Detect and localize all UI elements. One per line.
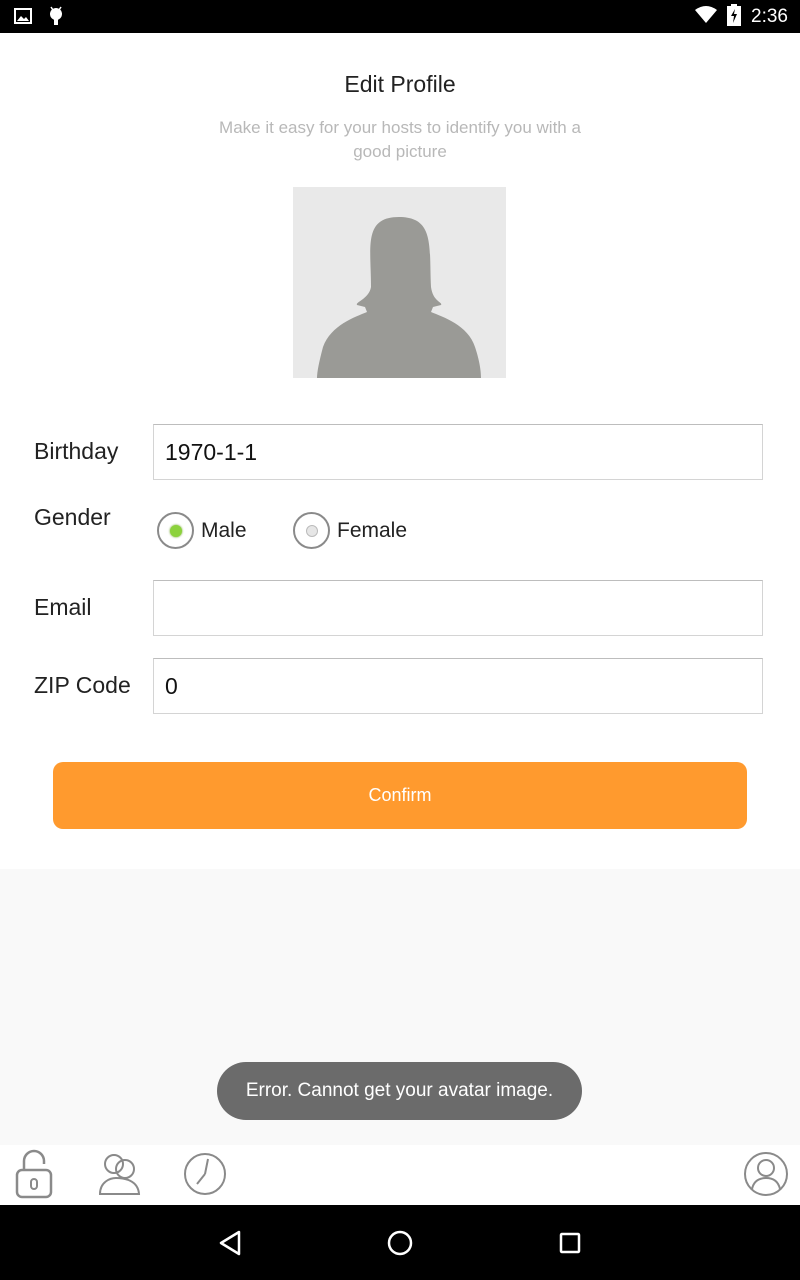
- gender-radio-male[interactable]: Male: [157, 512, 247, 549]
- gender-radio-female[interactable]: Female: [293, 512, 407, 549]
- recents-icon: [559, 1232, 581, 1254]
- recents-button[interactable]: [550, 1223, 590, 1263]
- email-input[interactable]: [153, 580, 763, 636]
- radio-circle-female[interactable]: [293, 512, 330, 549]
- home-button[interactable]: [380, 1223, 420, 1263]
- profile-icon: [744, 1152, 788, 1196]
- home-icon: [387, 1230, 413, 1256]
- birthday-input[interactable]: 1970-1-1: [153, 424, 763, 480]
- error-toast: Error. Cannot get your avatar image.: [217, 1062, 582, 1120]
- edit-profile-page: Edit Profile Make it easy for your hosts…: [0, 33, 800, 869]
- radio-dot-unselected: [306, 525, 318, 537]
- female-silhouette-avatar-icon: [317, 217, 481, 378]
- tab-profile[interactable]: [742, 1147, 790, 1201]
- tab-history[interactable]: [181, 1147, 229, 1201]
- back-button[interactable]: [210, 1223, 250, 1263]
- android-icon: [48, 6, 64, 30]
- gender-male-label: Male: [201, 518, 247, 542]
- system-nav-bar: [0, 1205, 800, 1280]
- tab-lock[interactable]: [10, 1147, 58, 1201]
- page-title: Edit Profile: [344, 71, 456, 97]
- radio-dot-selected: [170, 525, 182, 537]
- birthday-label: Birthday: [34, 438, 119, 464]
- wifi-icon: [695, 6, 718, 28]
- gender-female-label: Female: [337, 518, 408, 542]
- clock-icon: [184, 1153, 226, 1195]
- confirm-button[interactable]: Confirm: [53, 762, 747, 829]
- image-icon: [14, 8, 32, 28]
- gender-label: Gender: [34, 504, 111, 530]
- radio-circle-male[interactable]: [157, 512, 194, 549]
- battery-charging-icon: [727, 4, 742, 30]
- back-icon: [219, 1230, 241, 1256]
- email-label: Email: [34, 594, 92, 620]
- avatar[interactable]: [293, 187, 506, 378]
- zip-code-label: ZIP Code: [34, 672, 131, 698]
- people-icon: [98, 1154, 141, 1195]
- page-subtitle: Make it easy for your hosts to identify …: [219, 118, 581, 161]
- zip-code-input[interactable]: 0: [153, 658, 763, 714]
- lock-icon: [15, 1149, 53, 1199]
- status-bar: 2:36: [0, 0, 800, 33]
- status-clock: 2:36: [751, 6, 788, 27]
- tab-people[interactable]: [95, 1147, 143, 1201]
- bottom-tab-bar: [0, 1145, 800, 1205]
